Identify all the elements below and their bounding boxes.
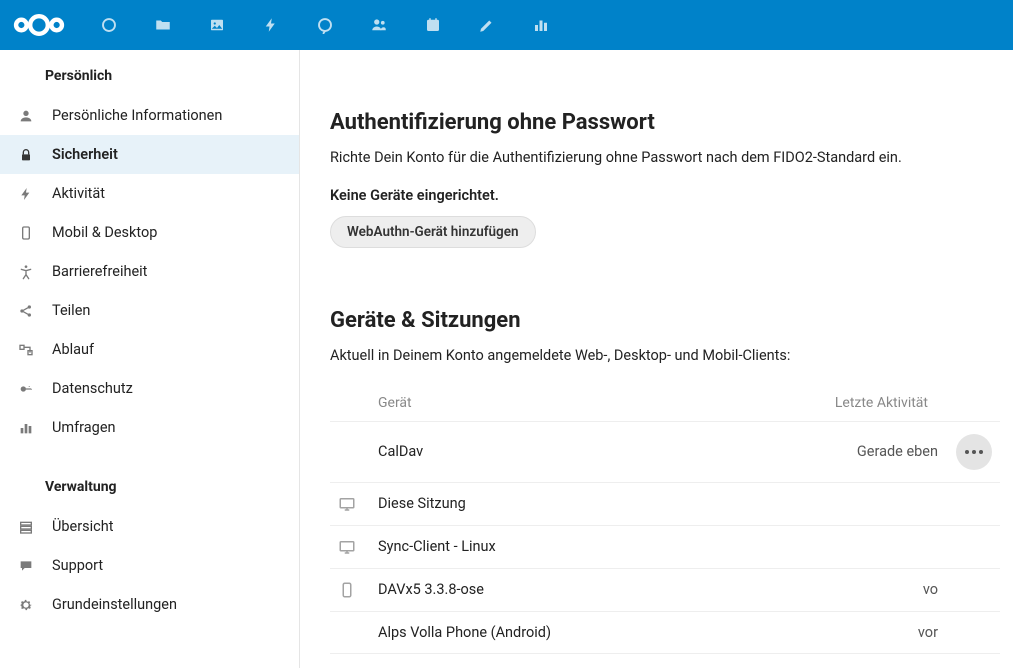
sidebar-item-accessibility[interactable]: Barrierefreiheit: [0, 252, 299, 291]
device-activity: Gerade eben: [722, 421, 948, 482]
sidebar-header-admin: Verwaltung: [0, 467, 299, 507]
table-row: CalDavGerade eben: [330, 421, 1000, 482]
sidebar-item-activity[interactable]: Aktivität: [0, 174, 299, 213]
sidebar-item-security[interactable]: Sicherheit: [0, 135, 299, 174]
col-device: Gerät: [370, 385, 722, 422]
device-type-icon: [330, 568, 370, 611]
device-type-icon: [330, 421, 370, 482]
sidebar-item-label: Übersicht: [52, 518, 113, 535]
table-row: Diese Sitzung: [330, 482, 1000, 525]
nav-activity-icon[interactable]: [244, 0, 298, 50]
device-activity: [722, 525, 948, 568]
accessibility-icon: [16, 264, 36, 280]
nav-notes-icon[interactable]: [460, 0, 514, 50]
sidebar-item-label: Barrierefreiheit: [52, 263, 147, 280]
sidebar-item-label: Aktivität: [52, 185, 105, 202]
sidebar-item-privacy[interactable]: Datenschutz: [0, 369, 299, 408]
sidebar-item-mobile-desktop[interactable]: Mobil & Desktop: [0, 213, 299, 252]
device-activity: vo: [722, 568, 948, 611]
webauthn-no-devices: Keine Geräte eingerichtet.: [330, 187, 1000, 204]
poll-icon: [16, 420, 36, 436]
app-logo[interactable]: [8, 8, 70, 42]
overview-icon: [16, 519, 36, 535]
privacy-icon: [16, 381, 36, 397]
sidebar-item-label: Datenschutz: [52, 380, 133, 397]
sidebar-item-label: Mobil & Desktop: [52, 224, 157, 241]
main-content: Authentifizierung ohne Passwort Richte D…: [300, 50, 1013, 668]
top-nav: [82, 0, 568, 50]
row-actions-button[interactable]: [956, 434, 992, 470]
user-icon: [16, 108, 36, 124]
flow-icon: [16, 342, 36, 358]
settings-sidebar: Persönlich Persönliche Informationen Sic…: [0, 50, 300, 668]
device-type-icon: [330, 482, 370, 525]
sidebar-item-label: Teilen: [52, 302, 90, 319]
support-icon: [16, 558, 36, 574]
sidebar-item-label: Umfragen: [52, 419, 116, 436]
sessions-title: Geräte & Sitzungen: [330, 308, 1000, 333]
sidebar-item-label: Ablauf: [52, 341, 94, 358]
sessions-desc: Aktuell in Deinem Konto angemeldete Web-…: [330, 345, 1000, 367]
table-row: DAVx5 3.3.8-osevo: [330, 568, 1000, 611]
top-bar: [0, 0, 1013, 50]
sidebar-item-label: Support: [52, 557, 103, 574]
share-icon: [16, 303, 36, 319]
bolt-icon: [16, 186, 36, 202]
mobile-icon: [16, 225, 36, 241]
webauthn-desc: Richte Dein Konto für die Authentifizier…: [330, 147, 1000, 169]
table-row: Sync-Client - Linux: [330, 525, 1000, 568]
sidebar-item-label: Persönliche Informationen: [52, 107, 222, 124]
sidebar-item-personal-info[interactable]: Persönliche Informationen: [0, 96, 299, 135]
col-activity: Letzte Aktivität: [722, 385, 948, 422]
add-webauthn-button[interactable]: WebAuthn-Gerät hinzufügen: [330, 216, 536, 248]
nav-files-icon[interactable]: [136, 0, 190, 50]
nav-polls-icon[interactable]: [514, 0, 568, 50]
device-type-icon: [330, 525, 370, 568]
sidebar-item-flow[interactable]: Ablauf: [0, 330, 299, 369]
sidebar-item-sharing[interactable]: Teilen: [0, 291, 299, 330]
nav-dashboard-icon[interactable]: [82, 0, 136, 50]
device-activity: [722, 482, 948, 525]
device-name: DAVx5 3.3.8-ose: [370, 568, 722, 611]
table-row: Alps Volla Phone (Android)vor: [330, 611, 1000, 653]
device-name: CalDav: [370, 421, 722, 482]
sidebar-item-overview[interactable]: Übersicht: [0, 507, 299, 546]
sessions-table: Gerät Letzte Aktivität CalDavGerade eben…: [330, 385, 1000, 654]
sidebar-item-label: Grundeinstellungen: [52, 596, 177, 613]
device-name: Sync-Client - Linux: [370, 525, 722, 568]
nav-photos-icon[interactable]: [190, 0, 244, 50]
device-activity: vor: [722, 611, 948, 653]
nav-calendar-icon[interactable]: [406, 0, 460, 50]
sidebar-item-label: Sicherheit: [52, 146, 118, 163]
sidebar-item-support[interactable]: Support: [0, 546, 299, 585]
sidebar-header-personal: Persönlich: [0, 56, 299, 96]
gear-icon: [16, 597, 36, 613]
nav-talk-icon[interactable]: [298, 0, 352, 50]
sidebar-item-basic-settings[interactable]: Grundeinstellungen: [0, 585, 299, 624]
sidebar-item-polls[interactable]: Umfragen: [0, 408, 299, 447]
nav-contacts-icon[interactable]: [352, 0, 406, 50]
lock-icon: [16, 147, 36, 163]
device-name: Alps Volla Phone (Android): [370, 611, 722, 653]
webauthn-title: Authentifizierung ohne Passwort: [330, 110, 1000, 135]
device-type-icon: [330, 611, 370, 653]
device-name: Diese Sitzung: [370, 482, 722, 525]
